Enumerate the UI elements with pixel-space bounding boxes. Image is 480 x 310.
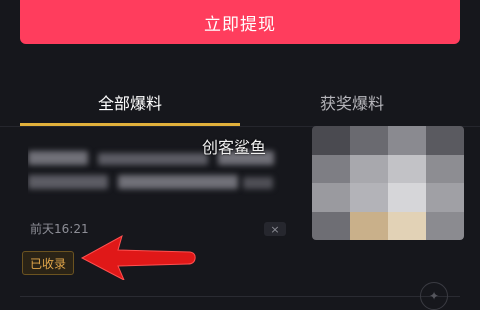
red-arrow-icon [80, 234, 196, 280]
collected-status-badge: 已收录 [22, 251, 74, 275]
tab-all-reports[interactable]: 全部爆料 [50, 90, 210, 114]
divider [20, 296, 460, 297]
post-thumbnail[interactable] [312, 126, 464, 240]
watermark-text: 创客鲨鱼 [202, 138, 267, 157]
withdraw-now-button[interactable]: 立即提现 [20, 0, 460, 44]
tab-award-reports[interactable]: 获奖爆料 [272, 90, 432, 114]
watermark-logo-icon: ✦ [420, 282, 448, 310]
close-icon[interactable]: × [264, 222, 286, 236]
feed-tabs: 全部爆料 获奖爆料 [0, 80, 480, 126]
